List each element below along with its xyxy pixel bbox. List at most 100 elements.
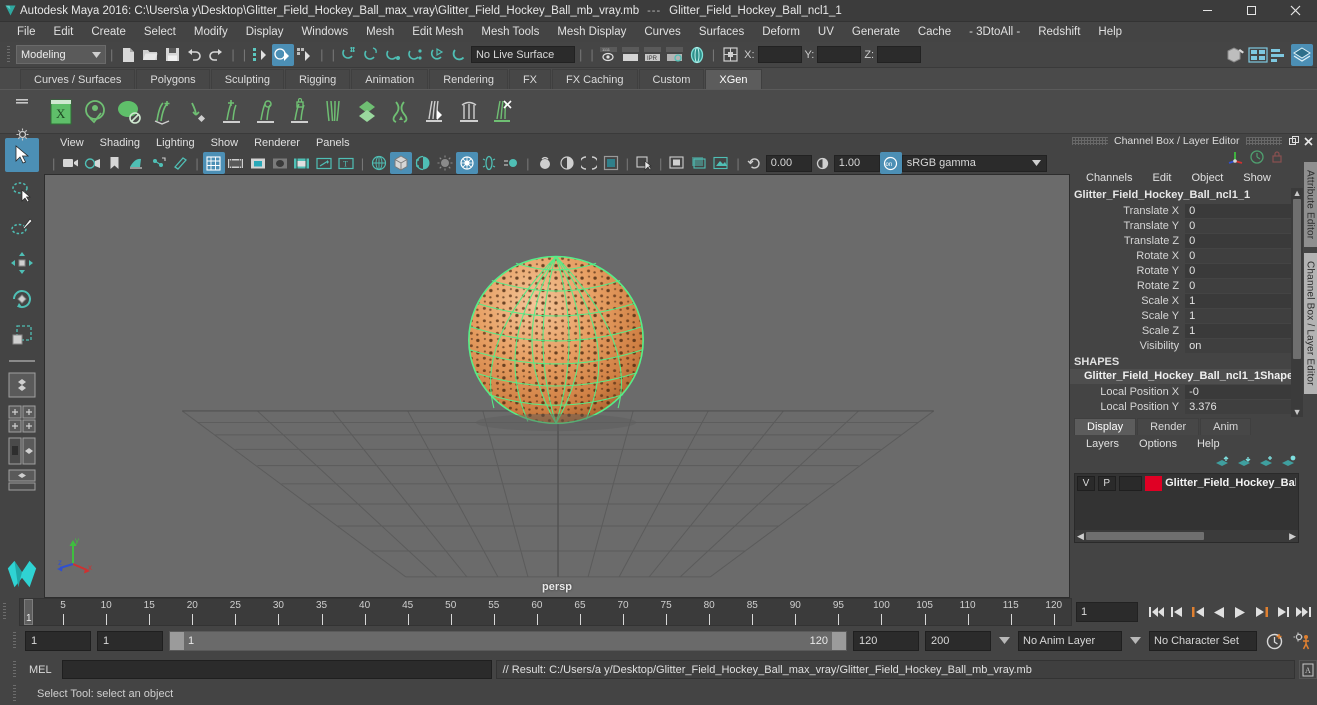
shelf-tab-sculpting[interactable]: Sculpting [210,69,284,89]
menu-mesh-tools[interactable]: Mesh Tools [472,24,548,40]
color-management-toggle-icon[interactable]: on [879,152,902,174]
menu-edit[interactable]: Edit [45,24,83,40]
xgen-select-guides-icon[interactable] [418,94,452,130]
menu-curves[interactable]: Curves [635,24,689,40]
animation-preferences-icon[interactable] [1291,630,1313,652]
show-hide-channel-box-icon[interactable] [1291,43,1313,66]
screen-space-ao-icon[interactable] [478,152,500,174]
quick-layout-single-icon[interactable] [5,368,39,402]
xgen-sculpt-icon[interactable] [248,94,282,130]
character-set-chevron-down-icon[interactable] [1128,635,1143,647]
step-forward-frame-button[interactable] [1251,601,1271,623]
channel-box-menu-edit[interactable]: Edit [1142,171,1181,185]
layer-editor-tab-render[interactable]: Render [1137,418,1200,435]
play-forwards-button[interactable] [1230,601,1250,623]
playback-start-time-field[interactable]: 1 [97,631,163,651]
xgen-create-description-icon[interactable] [78,94,112,130]
hscrollbar-thumb[interactable] [1085,532,1204,540]
time-slider[interactable]: 1 5 10 15 20 25 30 35 40 45 50 55 60 65 70 75 80 85 90 95 1… [19,598,1072,626]
script-editor-icon[interactable]: A [1299,660,1317,679]
channel-box-row[interactable]: Visibility on [1070,338,1292,353]
animation-start-time-field[interactable]: 1 [25,631,91,651]
image-plane-icon[interactable] [125,152,147,174]
menu-create[interactable]: Create [82,24,135,40]
quick-layout-four-icon[interactable] [5,404,39,434]
channel-box-row[interactable]: Local Position Y 3.376 [1070,399,1292,414]
menu-cache[interactable]: Cache [909,24,960,40]
scroll-up-arrow-icon[interactable]: ▲ [1293,188,1302,198]
show-hide-modeling-toolkit-icon[interactable] [1225,44,1247,66]
playback-end-time-field[interactable]: 120 [853,631,919,651]
channel-attribute-value[interactable]: 1 [1185,308,1292,323]
xgen-density-brush-icon[interactable] [180,94,214,130]
xgen-preview-icon[interactable] [112,94,146,130]
layer-editor-menu-options[interactable]: Options [1129,438,1187,450]
channel-box-row[interactable]: Scale X 1 [1070,293,1292,308]
layer-move-up-icon[interactable] [1215,455,1231,471]
anim-layer-dropdown[interactable]: No Anim Layer [1018,631,1122,651]
snap-to-grid-icon[interactable] [339,44,361,66]
layer-editor-menu-help[interactable]: Help [1187,438,1230,450]
channel-box-row[interactable]: Translate Y 0 [1070,218,1292,233]
layer-editor-tab-anim[interactable]: Anim [1200,418,1252,435]
grease-pencil-icon[interactable] [169,152,191,174]
exposure-reset-icon[interactable] [744,152,766,174]
xgen-guides-to-curves-icon[interactable] [452,94,486,130]
resolution-gate-icon[interactable] [247,152,269,174]
channel-box-menu-show[interactable]: Show [1233,171,1281,185]
render-view-icon[interactable] [620,44,642,66]
step-back-frame-button[interactable] [1188,601,1208,623]
color-space-dropdown[interactable]: sRGB gamma [901,154,1047,172]
viewport-menu-lighting[interactable]: Lighting [148,136,203,150]
layer-visibility-toggle[interactable]: V [1077,475,1095,491]
time-slider-grip[interactable] [0,598,9,626]
xgen-comb-icon[interactable] [316,94,350,130]
xgen-mask-icon[interactable] [282,94,316,130]
menu-set-dropdown[interactable]: Modeling [16,45,106,64]
menu-help[interactable]: Help [1089,24,1131,40]
text-overlay-icon[interactable]: T [335,152,357,174]
shelf-tab-curves-surfaces[interactable]: Curves / Surfaces [20,69,136,89]
make-live-icon[interactable] [449,44,471,66]
grid-display-icon[interactable] [202,152,225,174]
go-to-start-button[interactable] [1146,601,1166,623]
channel-attribute-value[interactable]: on [1185,338,1292,353]
animation-end-time-field[interactable]: 200 [925,631,991,651]
xgen-add-groom-icon[interactable] [146,94,180,130]
channel-box-menu-channels[interactable]: Channels [1076,171,1142,185]
rotate-tool[interactable] [5,282,39,316]
menu-select[interactable]: Select [135,24,185,40]
menu-uv[interactable]: UV [809,24,843,40]
viewport-display-swatch-icon[interactable] [600,152,622,174]
show-hide-selection-icon[interactable]: 1111 [598,44,620,66]
snap-to-projected-center-icon[interactable] [405,44,427,66]
time-slider-playhead[interactable]: 1 [24,599,33,625]
range-slider-bar[interactable]: 1 120 [169,631,847,651]
command-line-grip[interactable] [10,658,19,682]
menu-deform[interactable]: Deform [753,24,809,40]
channel-box-menu-object[interactable]: Object [1181,171,1233,185]
select-camera-icon[interactable] [59,152,81,174]
shelf-tab-animation[interactable]: Animation [351,69,429,89]
layer-editor-tab-display[interactable]: Display [1074,418,1137,435]
viewport-menu-renderer[interactable]: Renderer [246,136,308,150]
channel-box-row[interactable]: Rotate X 0 [1070,248,1292,263]
move-tool[interactable] [5,246,39,280]
manipulator-axes-icon[interactable] [1227,149,1245,168]
channel-attribute-value[interactable]: 0 [1185,233,1292,248]
channel-speed-icon[interactable] [1249,149,1265,168]
xray-shaded-icon[interactable] [578,152,600,174]
film-gate-icon[interactable] [225,152,247,174]
select-by-object-type-icon[interactable] [272,43,295,66]
menu-generate[interactable]: Generate [843,24,909,40]
use-all-lights-icon[interactable] [434,152,456,174]
menu-file[interactable]: File [8,24,45,40]
channel-attribute-value[interactable]: 3.376 [1185,399,1292,414]
render-region-icon[interactable] [666,152,688,174]
snap-to-curve-icon[interactable] [361,44,383,66]
create-new-layer-icon[interactable] [1259,455,1275,471]
menu-surfaces[interactable]: Surfaces [690,24,753,40]
channel-box-row[interactable]: Rotate Z 0 [1070,278,1292,293]
play-backwards-button[interactable] [1209,601,1229,623]
quick-layout-persp-graph-icon[interactable] [5,468,39,492]
